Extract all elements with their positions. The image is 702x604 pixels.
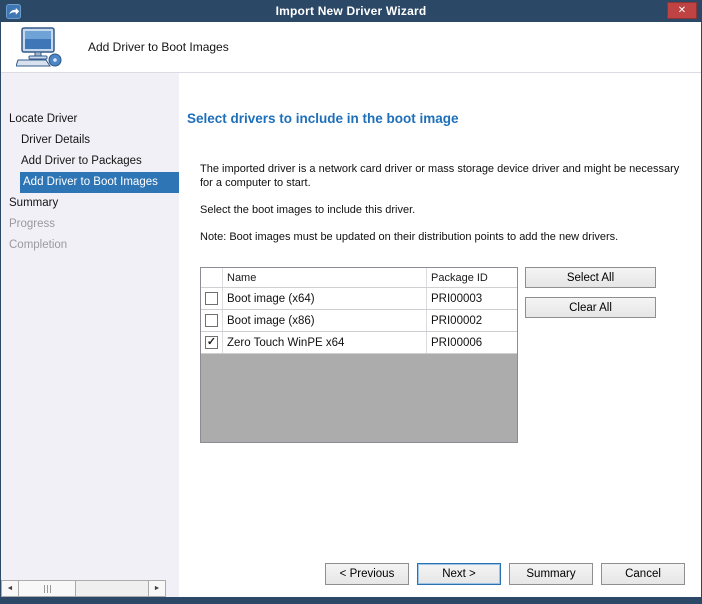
- table-row[interactable]: ✓ Zero Touch WinPE x64 PRI00006: [201, 332, 517, 354]
- nav-item-summary[interactable]: Summary: [1, 193, 179, 214]
- list-action-buttons: Select All Clear All: [525, 267, 656, 318]
- computer-icon: [16, 27, 62, 67]
- column-header-name[interactable]: Name: [223, 268, 427, 287]
- scroll-right-icon: ►: [154, 585, 161, 592]
- row-name: Zero Touch WinPE x64: [223, 332, 427, 353]
- wizard-header: Add Driver to Boot Images: [1, 22, 701, 73]
- intro-text: The imported driver is a network card dr…: [200, 162, 682, 190]
- clear-all-button[interactable]: Clear All: [525, 297, 656, 318]
- checkbox-cell: [201, 288, 223, 309]
- wizard-window: Import New Driver Wizard ✕ Add Driver to…: [0, 0, 702, 604]
- summary-button[interactable]: Summary: [509, 563, 593, 585]
- footer-buttons: < Previous Next > Summary Cancel: [325, 563, 685, 585]
- row-package-id: PRI00006: [427, 332, 517, 353]
- next-button[interactable]: Next >: [417, 563, 501, 585]
- row-package-id: PRI00003: [427, 288, 517, 309]
- previous-button[interactable]: < Previous: [325, 563, 409, 585]
- header-checkbox-column: [201, 268, 223, 287]
- boot-image-list: Name Package ID Boot image (x64) PRI0000…: [200, 267, 518, 443]
- select-all-button[interactable]: Select All: [525, 267, 656, 288]
- table-row[interactable]: Boot image (x86) PRI00002: [201, 310, 517, 332]
- wizard-page: Select drivers to include in the boot im…: [179, 73, 701, 597]
- table-row[interactable]: Boot image (x64) PRI00003: [201, 288, 517, 310]
- boot-image-list-area: Name Package ID Boot image (x64) PRI0000…: [200, 267, 701, 443]
- note-text: Note: Boot images must be updated on the…: [200, 230, 682, 244]
- titlebar: Import New Driver Wizard ✕: [1, 0, 701, 22]
- scroll-right-button[interactable]: ►: [148, 581, 165, 596]
- scroll-left-icon: ◄: [7, 585, 14, 592]
- horizontal-scrollbar: ◄ ►: [1, 580, 166, 597]
- scrollbar-grip-icon: [50, 585, 51, 593]
- row-name: Boot image (x64): [223, 288, 427, 309]
- nav-item-add-driver-to-packages[interactable]: Add Driver to Packages: [1, 151, 179, 172]
- row-name: Boot image (x86): [223, 310, 427, 331]
- window-title: Import New Driver Wizard: [1, 4, 701, 18]
- wizard-icon: [6, 4, 21, 19]
- section-heading: Select drivers to include in the boot im…: [187, 111, 701, 126]
- close-button[interactable]: ✕: [667, 2, 697, 19]
- checkbox-cell: [201, 310, 223, 331]
- close-icon: ✕: [678, 5, 686, 16]
- page-text: The imported driver is a network card dr…: [200, 162, 682, 244]
- nav-item-add-driver-to-boot-images[interactable]: Add Driver to Boot Images: [20, 172, 179, 193]
- scrollbar-grip-icon: [47, 585, 48, 593]
- instruction-text: Select the boot images to include this d…: [200, 203, 682, 217]
- page-title: Add Driver to Boot Images: [88, 40, 229, 54]
- list-empty-area: [201, 354, 517, 442]
- nav-item-locate-driver[interactable]: Locate Driver: [1, 109, 179, 130]
- nav-item-progress: Progress: [1, 214, 179, 235]
- nav-item-driver-details[interactable]: Driver Details: [1, 130, 179, 151]
- cancel-button[interactable]: Cancel: [601, 563, 685, 585]
- wizard-body: Locate Driver Driver Details Add Driver …: [1, 73, 701, 597]
- column-header-package-id[interactable]: Package ID: [427, 268, 517, 287]
- scrollbar-thumb[interactable]: [19, 581, 76, 596]
- checkbox[interactable]: [205, 292, 218, 305]
- wizard-nav: Locate Driver Driver Details Add Driver …: [1, 73, 179, 597]
- checkbox[interactable]: ✓: [205, 336, 218, 349]
- scroll-left-button[interactable]: ◄: [2, 581, 19, 596]
- list-header: Name Package ID: [201, 268, 517, 288]
- checkbox[interactable]: [205, 314, 218, 327]
- row-package-id: PRI00002: [427, 310, 517, 331]
- scrollbar-track[interactable]: [76, 581, 148, 596]
- checkbox-cell: ✓: [201, 332, 223, 353]
- nav-item-completion: Completion: [1, 235, 179, 256]
- scrollbar-grip-icon: [44, 585, 45, 593]
